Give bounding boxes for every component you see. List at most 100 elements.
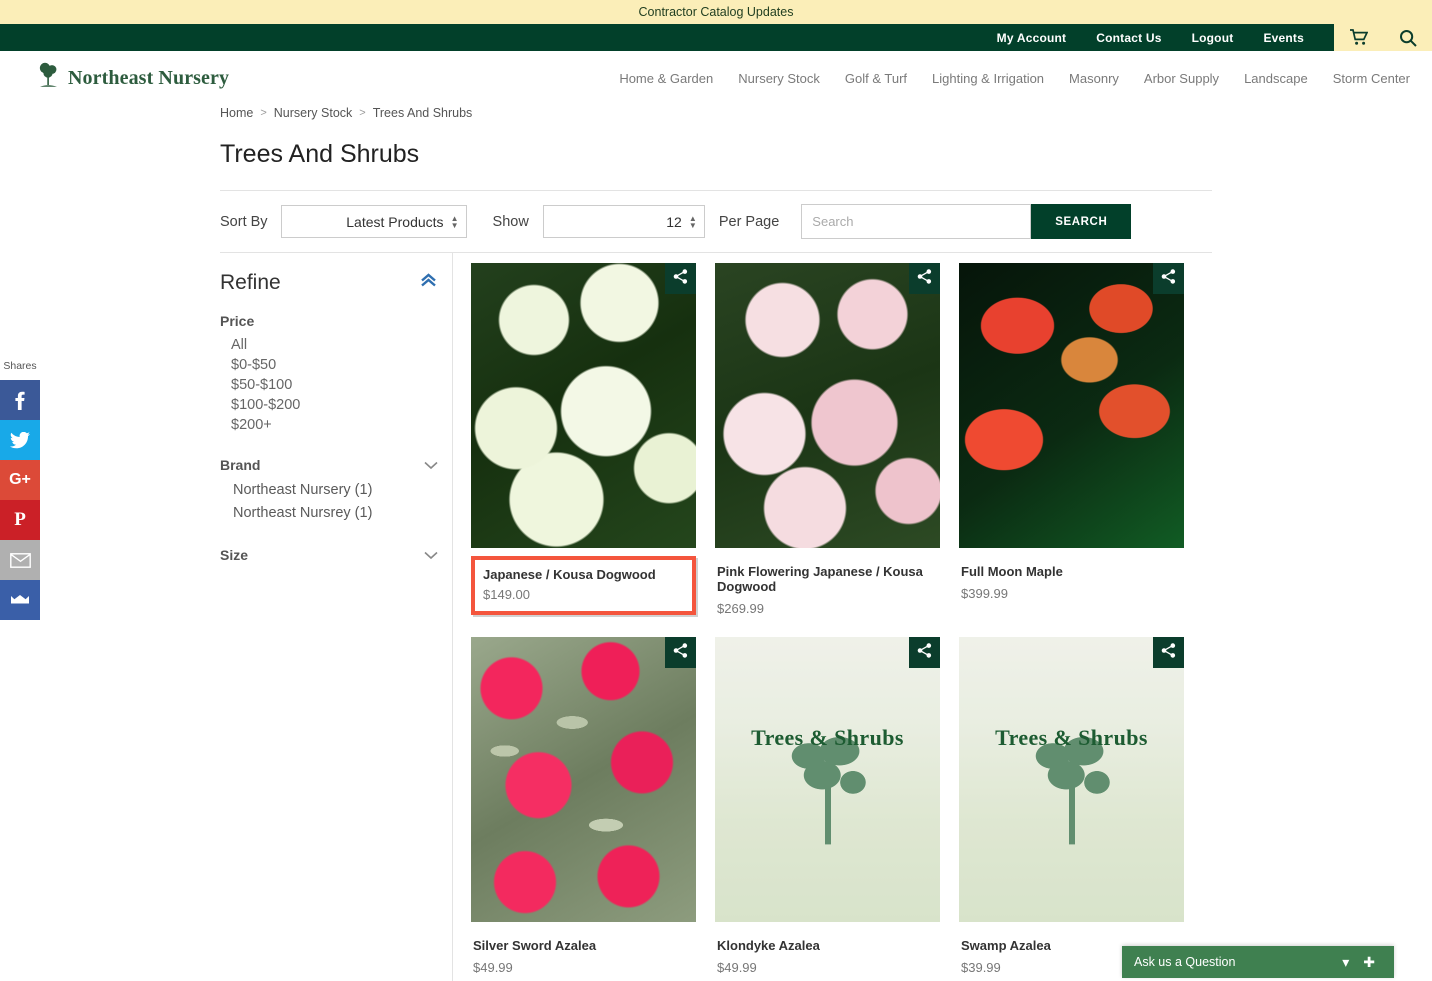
- utility-link-my-account[interactable]: My Account: [997, 31, 1067, 45]
- social-share-rail: Shares G+ P: [0, 360, 40, 620]
- product-info: Silver Sword Azalea $49.99: [471, 922, 696, 975]
- product-card[interactable]: Japanese / Kousa Dogwood $149.00: [471, 263, 696, 616]
- refine-header: Refine: [220, 271, 438, 295]
- nav-item-nursery-stock[interactable]: Nursery Stock: [738, 71, 820, 86]
- product-image[interactable]: Trees & Shrubs: [715, 637, 940, 922]
- sort-by-select[interactable]: Latest Products ▲ ▼: [280, 205, 467, 238]
- breadcrumb-item-home[interactable]: Home: [220, 106, 253, 120]
- product-share-button[interactable]: [665, 263, 696, 294]
- facet-label-price: Price: [220, 313, 255, 329]
- product-price: $149.00: [483, 587, 530, 602]
- site-logo[interactable]: Northeast Nursery: [36, 61, 229, 96]
- breadcrumb-item-nursery-stock[interactable]: Nursery Stock: [274, 106, 353, 120]
- nav-item-storm-center[interactable]: Storm Center: [1333, 71, 1410, 86]
- share-icon: [1161, 268, 1176, 289]
- product-price: $399.99: [961, 586, 1008, 601]
- googleplus-share-button[interactable]: G+: [0, 460, 40, 500]
- announcement-text: Contractor Catalog Updates: [638, 5, 794, 19]
- share-icon: [673, 642, 688, 663]
- image-overlay: [715, 637, 940, 922]
- product-image[interactable]: [959, 263, 1184, 548]
- facet-option-200-plus[interactable]: $200+: [231, 415, 438, 435]
- product-image[interactable]: Trees & Shrubs: [959, 637, 1184, 922]
- product-title[interactable]: Full Moon Maple: [961, 564, 1182, 579]
- email-icon: [9, 552, 31, 568]
- product-title[interactable]: Silver Sword Azalea: [473, 938, 694, 953]
- product-card[interactable]: Silver Sword Azalea $49.99: [471, 637, 696, 975]
- nav-item-masonry[interactable]: Masonry: [1069, 71, 1119, 86]
- product-share-button[interactable]: [1153, 637, 1184, 668]
- nav-item-golf-turf[interactable]: Golf & Turf: [845, 71, 907, 86]
- facet-title-price[interactable]: Price: [220, 313, 438, 329]
- nav-item-landscape[interactable]: Landscape: [1244, 71, 1308, 86]
- product-price: $49.99: [717, 960, 757, 975]
- sort-by-value: Latest Products: [346, 213, 444, 230]
- plus-icon[interactable]: ✚: [1356, 955, 1382, 969]
- product-photo-placeholder: Trees & Shrubs: [715, 637, 940, 922]
- email-share-button[interactable]: [0, 540, 40, 580]
- product-share-button[interactable]: [909, 637, 940, 668]
- nav-item-arbor-supply[interactable]: Arbor Supply: [1144, 71, 1219, 86]
- product-grid-column: Japanese / Kousa Dogwood $149.00 Pink Fl…: [452, 253, 1212, 981]
- pinterest-share-button[interactable]: P: [0, 500, 40, 540]
- crown-icon: [10, 594, 30, 606]
- facet-title-size[interactable]: Size: [220, 547, 438, 563]
- show-count-value: 12: [666, 213, 682, 230]
- product-info: Full Moon Maple $399.99: [959, 548, 1184, 601]
- product-title[interactable]: Japanese / Kousa Dogwood: [483, 567, 686, 582]
- product-image[interactable]: [471, 263, 696, 548]
- page-title: Trees And Shrubs: [220, 140, 420, 168]
- product-card[interactable]: Trees & Shrubs Swamp Azalea $39.99: [959, 637, 1184, 975]
- breadcrumb-item-trees-and-shrubs[interactable]: Trees And Shrubs: [373, 106, 473, 120]
- product-price: $49.99: [473, 960, 513, 975]
- product-share-button[interactable]: [909, 263, 940, 294]
- search-icon: [1399, 29, 1417, 47]
- show-count-select[interactable]: 12 ▲ ▼: [542, 205, 705, 238]
- facet-option-northeast-nursrey[interactable]: Northeast Nursrey (1): [231, 502, 438, 525]
- flipboard-share-button[interactable]: [0, 580, 40, 620]
- facet-option-all[interactable]: All: [231, 335, 438, 355]
- search-submit-button[interactable]: SEARCH: [1031, 204, 1132, 239]
- announcement-banner: Contractor Catalog Updates: [0, 0, 1432, 24]
- share-icon: [1161, 642, 1176, 663]
- facet-option-50-100[interactable]: $50-$100: [231, 375, 438, 395]
- utility-link-logout[interactable]: Logout: [1192, 31, 1234, 45]
- chat-widget[interactable]: Ask us a Question ▾ ✚: [1122, 946, 1394, 978]
- page-content: Home > Nursery Stock > Trees And Shrubs …: [220, 106, 1212, 981]
- product-info: Japanese / Kousa Dogwood $149.00: [471, 556, 696, 615]
- product-image[interactable]: [715, 263, 940, 548]
- facet-title-brand[interactable]: Brand: [220, 457, 438, 473]
- main-navigation: Northeast Nursery Home & Garden Nursery …: [0, 51, 1432, 106]
- image-overlay: [959, 637, 1184, 922]
- facebook-share-button[interactable]: [0, 380, 40, 420]
- chevron-up-icon[interactable]: [419, 273, 438, 293]
- facet-option-0-50[interactable]: $0-$50: [231, 355, 438, 375]
- product-card[interactable]: Pink Flowering Japanese / Kousa Dogwood …: [715, 263, 940, 616]
- breadcrumb: Home > Nursery Stock > Trees And Shrubs: [220, 106, 1212, 120]
- cart-button[interactable]: [1334, 24, 1383, 51]
- breadcrumb-separator: >: [359, 107, 366, 119]
- facet-option-100-200[interactable]: $100-$200: [231, 395, 438, 415]
- product-share-button[interactable]: [665, 637, 696, 668]
- facet-options-price: All $0-$50 $50-$100 $100-$200 $200+: [220, 335, 438, 435]
- product-card[interactable]: Trees & Shrubs Klondyke Azalea $49.99: [715, 637, 940, 975]
- product-share-button[interactable]: [1153, 263, 1184, 294]
- nav-item-home-garden[interactable]: Home & Garden: [619, 71, 713, 86]
- nav-item-lighting-irrigation[interactable]: Lighting & Irrigation: [932, 71, 1044, 86]
- utility-links: My Account Contact Us Logout Events: [997, 24, 1334, 51]
- chevron-down-icon[interactable]: ▾: [1335, 955, 1356, 969]
- product-card[interactable]: Full Moon Maple $399.99: [959, 263, 1184, 616]
- product-photo-full-moon-maple: [959, 263, 1184, 548]
- product-image[interactable]: [471, 637, 696, 922]
- facet-label-size: Size: [220, 547, 249, 563]
- facet-option-northeast-nursery[interactable]: Northeast Nursery (1): [231, 479, 438, 502]
- facet-label-brand: Brand: [220, 457, 261, 473]
- product-title[interactable]: Pink Flowering Japanese / Kousa Dogwood: [717, 564, 938, 594]
- search-input[interactable]: [801, 204, 1032, 239]
- placeholder-caption: Trees & Shrubs: [751, 725, 904, 750]
- utility-link-contact-us[interactable]: Contact Us: [1096, 31, 1161, 45]
- search-button-header[interactable]: [1383, 24, 1432, 51]
- product-title[interactable]: Klondyke Azalea: [717, 938, 938, 953]
- twitter-share-button[interactable]: [0, 420, 40, 460]
- utility-link-events[interactable]: Events: [1263, 31, 1304, 45]
